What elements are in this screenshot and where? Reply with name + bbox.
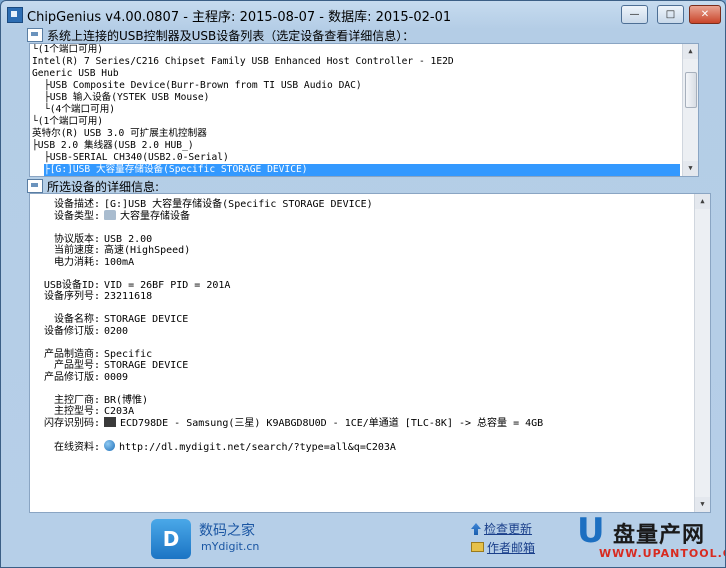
detail-row: 在线资料: http://dl.mydigit.net/search/?type=…	[30, 439, 396, 453]
detail-value-text: 0009	[104, 371, 129, 383]
device-tree-item[interactable]: 英特尔(R) USB 3.0 可扩展主机控制器	[32, 128, 207, 140]
minimize-button[interactable]: —	[621, 5, 648, 24]
device-tree-item[interactable]: Intel(R) 7 Series/C216 Chipset Family US…	[32, 56, 454, 68]
detail-value-text: ECD798DE - Samsung(三星) K9ABGD8U0D - 1CE/…	[120, 417, 544, 429]
detail-value: [G:]USB 大容量存储设备(Specific STORAGE DEVICE)	[104, 199, 373, 210]
device-tree-item[interactable]: ├USB 输入设备(YSTEK USB Mouse)	[44, 92, 209, 104]
detail-value-text: STORAGE DEVICE	[104, 314, 189, 325]
detail-value[interactable]: http://dl.mydigit.net/search/?type=all&q…	[104, 439, 396, 453]
detail-value-text: VID = 26BF PID = 201A	[104, 279, 231, 291]
detail-value: Specific	[104, 349, 152, 360]
detail-value: 高速(HighSpeed)	[104, 245, 190, 256]
detail-value: 0009	[104, 372, 128, 383]
check-update-link[interactable]: 检查更新	[471, 520, 532, 537]
chip-icon	[104, 416, 116, 427]
device-tree-item[interactable]: ├USB Composite Device(Burr-Brown from TI…	[44, 80, 362, 92]
device-tree-item[interactable]: ├[G:]USB 大容量存储设备(Specific STORAGE DEVICE…	[44, 164, 680, 176]
title-bar[interactable]: ChipGenius v4.00.0807 - 主程序: 2015-08-07 …	[1, 1, 725, 29]
details-scrollbar[interactable]: ▲ ▼	[694, 194, 710, 512]
author-email-text: 作者邮箱	[487, 541, 536, 555]
watermark-url: WWW.UPANTOOL.COM	[599, 547, 725, 560]
author-email-link[interactable]: 作者邮箱	[471, 539, 535, 556]
tree-scrollbar[interactable]: ▲ ▼	[682, 44, 698, 176]
details-label-text: 所选设备的详细信息:	[47, 180, 160, 194]
footer: 数码之家 mYdigit.cn 检查更新 作者邮箱 U 盘量产网 WWW.UPA…	[1, 511, 725, 567]
detail-row: 闪存识别码: ECD798DE - Samsung(三星) K9ABGD8U0D …	[30, 416, 544, 430]
detail-value: 0200	[104, 326, 128, 337]
detail-value-text: BR(博惟)	[104, 394, 149, 406]
details-panel[interactable]: 设备描述: [G:]USB 大容量存储设备(Specific STORAGE DE…	[29, 193, 711, 513]
details-icon	[27, 179, 43, 193]
detail-value-text: 0200	[104, 325, 129, 337]
device-list-label: 系统上连接的USB控制器及USB设备列表（选定设备查看详细信息）：	[27, 27, 414, 44]
detail-value-text: http://dl.mydigit.net/search/?type=all&q…	[119, 441, 396, 453]
detail-value-text: Specific	[104, 348, 153, 360]
detail-value: VID = 26BF PID = 201A	[104, 280, 230, 291]
globe-icon	[104, 439, 115, 451]
detail-value: ECD798DE - Samsung(三星) K9ABGD8U0D - 1CE/…	[104, 416, 544, 429]
maximize-button[interactable]: □	[657, 5, 684, 24]
detail-value: BR(博惟)	[104, 395, 148, 406]
device-tree-item[interactable]: └(4个端口可用)	[44, 104, 115, 116]
close-button[interactable]: ✕	[689, 5, 721, 24]
device-tree-item[interactable]: ├USB-SERIAL CH340(USB2.0-Serial)	[44, 152, 229, 164]
detail-value: STORAGE DEVICE	[104, 314, 188, 325]
detail-value: 100mA	[104, 257, 134, 268]
detail-value-text: STORAGE DEVICE	[104, 360, 189, 371]
device-tree-item[interactable]: Generic USB Hub	[32, 68, 119, 80]
check-update-text: 检查更新	[484, 522, 533, 536]
detail-value: STORAGE DEVICE	[104, 360, 188, 371]
usb-icon	[104, 209, 116, 220]
brand-name[interactable]: 数码之家	[199, 520, 255, 540]
watermark-name: 盘量产网	[613, 523, 706, 548]
detail-value: C203A	[104, 406, 134, 417]
brand-url[interactable]: mYdigit.cn	[201, 540, 259, 553]
detail-value: 大容量存储设备	[104, 209, 190, 222]
detail-value-text: [G:]USB 大容量存储设备(Specific STORAGE DEVICE)	[104, 199, 373, 210]
device-tree-item[interactable]: └(1个端口可用)	[32, 116, 103, 128]
detail-value-text: USB 2.00	[104, 233, 153, 245]
watermark-logo: U	[577, 511, 605, 551]
scroll-down-icon[interactable]: ▼	[683, 161, 698, 176]
device-tree-item[interactable]: └(1个端口可用)	[32, 44, 103, 56]
detail-value-text: 100mA	[104, 256, 135, 268]
details-scroll-down-icon[interactable]: ▼	[695, 497, 710, 512]
device-tree-item[interactable]: ├USB 2.0 集线器(USB 2.0 HUB_)	[32, 140, 194, 152]
app-window: ChipGenius v4.00.0807 - 主程序: 2015-08-07 …	[0, 0, 726, 568]
detail-value-text: C203A	[104, 406, 135, 417]
detail-value-text: 高速(HighSpeed)	[104, 245, 191, 256]
arrow-up-icon	[471, 523, 481, 535]
detail-value: USB 2.00	[104, 234, 152, 245]
detail-key: 在线资料:	[53, 441, 100, 453]
scroll-thumb[interactable]	[685, 72, 697, 108]
mydigit-logo-icon[interactable]	[151, 519, 191, 559]
usb-list-icon	[27, 28, 43, 42]
detail-value-text: 大容量存储设备	[120, 210, 190, 222]
window-title: ChipGenius v4.00.0807 - 主程序: 2015-08-07 …	[27, 10, 452, 25]
device-tree[interactable]: └(1个端口可用) Intel(R) 7 Series/C216 Chipset …	[29, 43, 699, 177]
device-list-label-text: 系统上连接的USB控制器及USB设备列表（选定设备查看详细信息）：	[47, 29, 415, 43]
scroll-up-icon[interactable]: ▲	[683, 44, 698, 59]
detail-value: 23211618	[104, 291, 152, 302]
detail-value-text: 23211618	[104, 291, 153, 302]
app-icon	[7, 7, 23, 23]
details-scroll-up-icon[interactable]: ▲	[695, 194, 710, 209]
mail-icon	[471, 542, 484, 552]
